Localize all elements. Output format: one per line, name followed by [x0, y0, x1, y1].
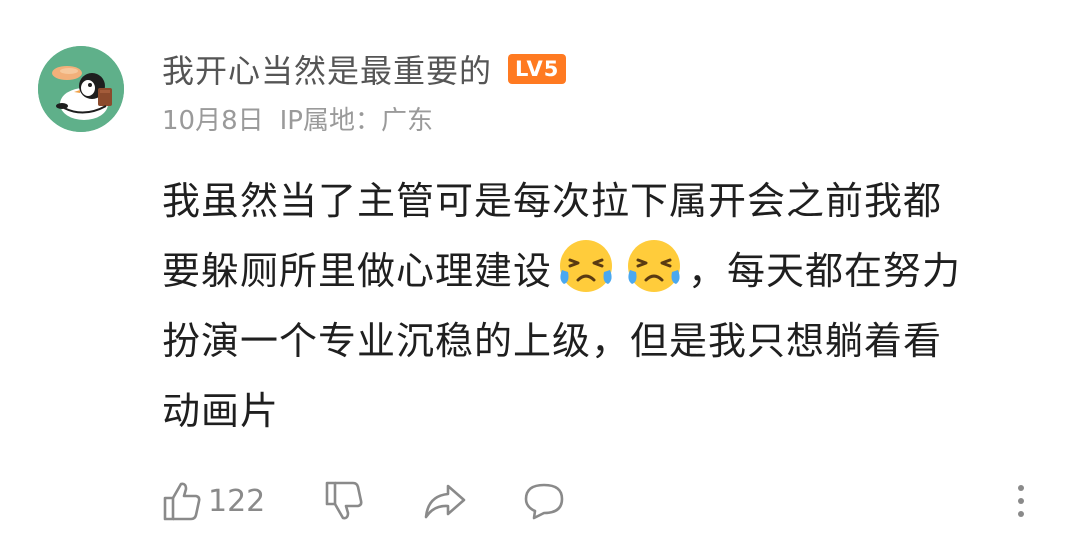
- reply-icon: [524, 483, 564, 520]
- comment-content: 我虽然当了主管可是每次拉下属开会之前我都 要躲厕所里做心理建设 ，每天都在努力 …: [162, 166, 1042, 446]
- crying-laughing-emoji-icon: [560, 240, 613, 292]
- share-icon: [424, 484, 466, 519]
- comment-date: 10月8日: [162, 106, 264, 136]
- level-badge: LV5: [508, 54, 567, 84]
- like-count: 122: [208, 483, 266, 519]
- content-line: 我虽然当了主管可是每次拉下属开会之前我都: [162, 179, 943, 223]
- user-avatar[interactable]: [38, 46, 124, 132]
- reply-button[interactable]: [522, 475, 566, 527]
- more-icon: [1018, 485, 1024, 517]
- more-button[interactable]: [1014, 475, 1028, 527]
- comment-actions: 122: [162, 475, 1042, 527]
- content-line: 动画片: [162, 389, 280, 433]
- comment-meta: 10月8日 IP属地：广东: [162, 100, 433, 137]
- penguin-avatar-icon: [38, 46, 124, 132]
- content-text: ，每天都在努力: [688, 249, 962, 293]
- like-button[interactable]: 122: [162, 475, 265, 527]
- crying-laughing-emoji-icon: [628, 240, 681, 292]
- comment-card: 我开心当然是最重要的 LV5 10月8日 IP属地：广东 我虽然当了主管可是每次…: [0, 0, 1080, 543]
- username[interactable]: 我开心当然是最重要的: [162, 46, 492, 92]
- ip-location: IP属地：广东: [279, 106, 433, 136]
- content-text: 要躲厕所里做心理建设: [162, 249, 553, 293]
- dislike-button[interactable]: [324, 475, 364, 527]
- share-button[interactable]: [422, 475, 468, 527]
- content-line: 扮演一个专业沉稳的上级，但是我只想躺着看: [162, 319, 943, 363]
- content-line: 要躲厕所里做心理建设 ，每天都在努力: [162, 236, 1042, 306]
- thumbs-up-icon: [163, 482, 201, 521]
- thumbs-down-icon: [325, 481, 363, 520]
- username-row: 我开心当然是最重要的 LV5: [162, 46, 567, 92]
